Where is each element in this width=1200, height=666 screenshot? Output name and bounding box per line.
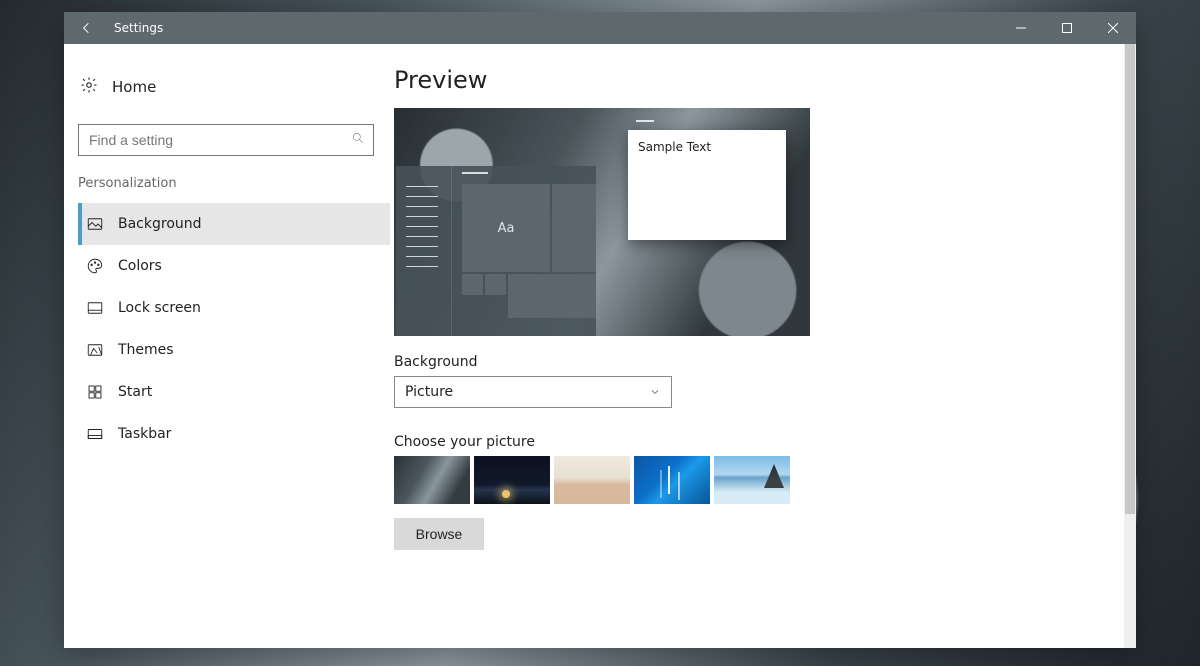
home-label: Home [112, 78, 156, 96]
picture-thumb-desert[interactable] [554, 456, 630, 504]
maximize-button[interactable] [1044, 12, 1090, 44]
picture-thumb-night[interactable] [474, 456, 550, 504]
picture-thumb-gears[interactable] [394, 456, 470, 504]
nav-label: Background [118, 216, 202, 232]
minimize-icon [1016, 23, 1026, 33]
picture-icon [86, 215, 104, 233]
preview-sample-text: Sample Text [628, 130, 786, 164]
close-icon [1108, 23, 1118, 33]
window-controls [998, 12, 1136, 44]
nav-list: Background Colors Lock screen Themes Sta… [78, 203, 390, 455]
background-preview: Aa Sample Text [394, 108, 810, 336]
nav-label: Taskbar [118, 426, 171, 442]
main-content: Preview Aa Sam [394, 44, 1136, 648]
sidebar: Home Personalization Background Colors [64, 44, 394, 648]
chevron-down-icon [649, 386, 661, 398]
picture-thumb-windows[interactable] [634, 456, 710, 504]
nav-item-colors[interactable]: Colors [78, 245, 390, 287]
settings-window: Settings Home [64, 12, 1136, 648]
nav-item-lockscreen[interactable]: Lock screen [78, 287, 390, 329]
titlebar: Settings [64, 12, 1136, 44]
taskbar-icon [86, 425, 104, 443]
dropdown-value: Picture [405, 384, 453, 400]
close-button[interactable] [1090, 12, 1136, 44]
maximize-icon [1062, 23, 1072, 33]
nav-label: Lock screen [118, 300, 201, 316]
picture-thumb-beach[interactable] [714, 456, 790, 504]
section-label: Personalization [78, 174, 390, 203]
themes-icon [86, 341, 104, 359]
preview-start-menu: Aa [396, 166, 596, 336]
background-type-dropdown[interactable]: Picture [394, 376, 672, 408]
picture-thumbnails [394, 456, 1116, 504]
background-type-label: Background [394, 354, 1116, 370]
palette-icon [86, 257, 104, 275]
nav-item-themes[interactable]: Themes [78, 329, 390, 371]
nav-item-start[interactable]: Start [78, 371, 390, 413]
scrollbar-thumb[interactable] [1125, 44, 1135, 514]
preview-sample-window: Sample Text [628, 130, 786, 240]
minimize-button[interactable] [998, 12, 1044, 44]
nav-label: Start [118, 384, 152, 400]
preview-tile-aa: Aa [462, 184, 550, 272]
choose-picture-label: Choose your picture [394, 434, 1116, 450]
scrollbar[interactable] [1124, 44, 1136, 648]
browse-button[interactable]: Browse [394, 518, 484, 550]
lockscreen-icon [86, 299, 104, 317]
page-title: Preview [394, 66, 1116, 94]
home-button[interactable]: Home [78, 68, 390, 106]
search-box[interactable] [78, 124, 374, 156]
back-button[interactable] [64, 12, 110, 44]
nav-label: Colors [118, 258, 162, 274]
start-icon [86, 383, 104, 401]
nav-item-taskbar[interactable]: Taskbar [78, 413, 390, 455]
window-title: Settings [110, 21, 163, 35]
search-input[interactable] [87, 131, 351, 149]
search-icon [351, 131, 365, 149]
gear-icon [80, 76, 98, 98]
nav-label: Themes [118, 342, 174, 358]
nav-item-background[interactable]: Background [78, 203, 390, 245]
arrow-left-icon [79, 20, 95, 36]
